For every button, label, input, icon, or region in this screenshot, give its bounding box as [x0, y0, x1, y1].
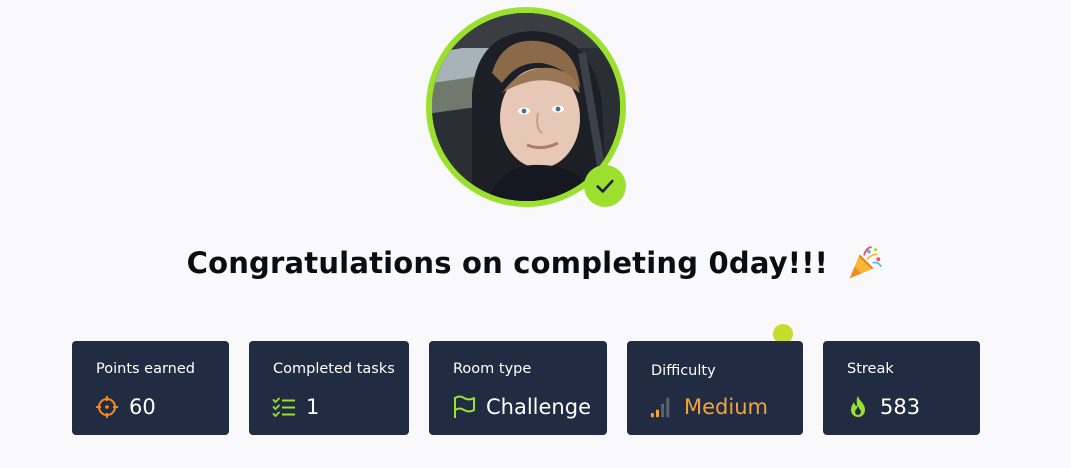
party-popper-icon	[846, 244, 884, 282]
stat-label: Room type	[453, 361, 532, 377]
task-list-icon	[272, 395, 296, 419]
stat-value: 583	[880, 395, 921, 419]
flag-icon	[452, 395, 476, 419]
congratulations-text: Congratulations on completing 0day!!!	[186, 246, 829, 280]
signal-bars-icon	[650, 395, 674, 419]
stat-value: 1	[306, 395, 320, 419]
checkmark-icon	[596, 179, 614, 193]
page-title: Congratulations on completing 0day!!!	[0, 244, 1071, 282]
completion-page: Congratulations on completing 0day!!! Po…	[0, 0, 1071, 468]
stat-label: Completed tasks	[273, 361, 395, 377]
stat-value: Medium	[684, 395, 768, 419]
stat-label: Difficulty	[651, 363, 716, 379]
stat-value: Challenge	[486, 395, 591, 419]
crosshair-icon	[95, 395, 119, 419]
stat-card-points-earned: Points earned 60	[72, 341, 229, 435]
stat-value: 60	[129, 395, 156, 419]
flame-icon	[846, 395, 870, 419]
stat-card-completed-tasks: Completed tasks 1	[249, 341, 409, 435]
stat-card-room-type: Room type Challenge	[429, 341, 607, 435]
stat-label: Streak	[847, 361, 894, 377]
stat-card-difficulty: Difficulty Medium	[627, 341, 803, 435]
completed-badge	[584, 165, 626, 207]
user-avatar	[426, 7, 626, 207]
stat-card-streak: Streak 583	[823, 341, 980, 435]
stat-label: Points earned	[96, 361, 195, 377]
